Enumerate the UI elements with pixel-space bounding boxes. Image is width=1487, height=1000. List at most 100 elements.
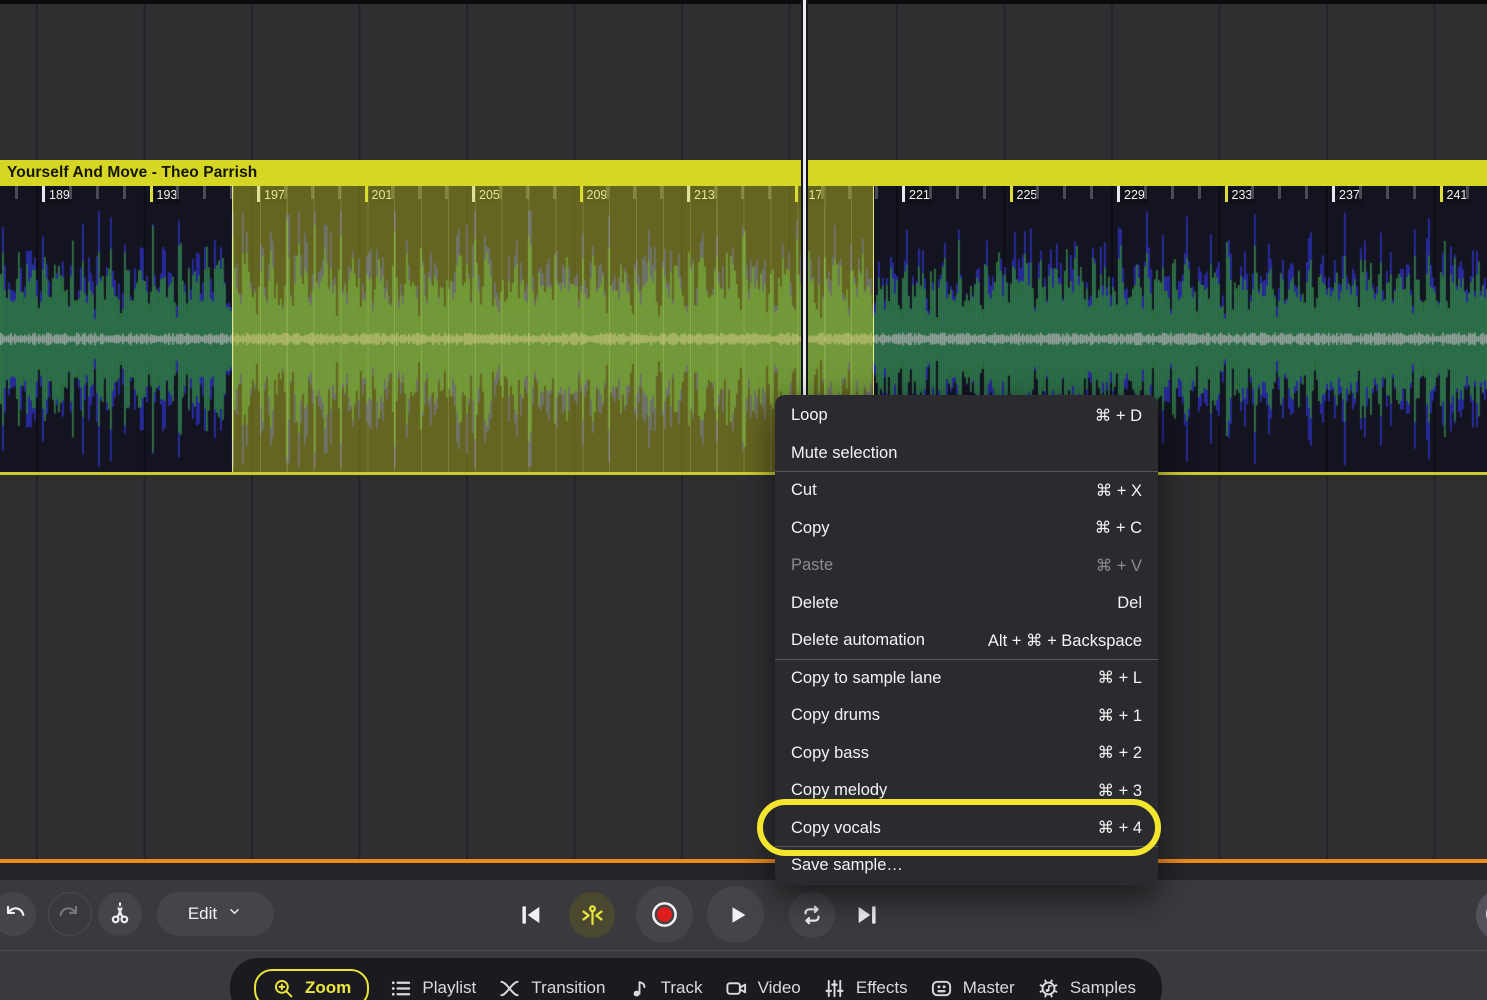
ruler-tick-major bbox=[42, 186, 45, 202]
ruler-tick-major bbox=[1225, 186, 1228, 202]
undo-button[interactable] bbox=[0, 892, 36, 936]
menu-item-copy-drums[interactable]: Copy drums⌘ + 1 bbox=[775, 697, 1158, 735]
menu-item-shortcut: ⌘ + 3 bbox=[1098, 781, 1142, 801]
tab-track[interactable]: Track bbox=[626, 970, 705, 1000]
tab-label: Zoom bbox=[305, 978, 351, 998]
menu-item-shortcut: Alt + ⌘ + Backspace bbox=[988, 631, 1142, 651]
record-icon bbox=[649, 899, 680, 930]
menu-item-label: Delete automation bbox=[791, 631, 925, 650]
main-track-title: Yourself And Move - Theo Parrish bbox=[7, 164, 257, 182]
tab-label: Track bbox=[661, 978, 703, 998]
menu-item-shortcut: ⌘ + C bbox=[1095, 518, 1142, 538]
repeat-button[interactable] bbox=[789, 892, 835, 938]
ruler-tick-minor bbox=[1144, 186, 1147, 199]
menu-item-copy-bass[interactable]: Copy bass ⌘ + 2 bbox=[775, 735, 1158, 773]
track-note-icon bbox=[628, 977, 651, 1000]
bottom-tab-bar: Zoom Playlist Transition Track Video Effects M… bbox=[230, 958, 1162, 1000]
menu-item-shortcut: ⌘ + 2 bbox=[1098, 743, 1142, 763]
tab-transition[interactable]: Transition bbox=[496, 970, 607, 1000]
tab-effects[interactable]: Effects bbox=[821, 970, 910, 1000]
playlist-icon bbox=[389, 977, 412, 1000]
menu-item-label: Copy vocals bbox=[791, 819, 881, 838]
ruler-tick-minor bbox=[1198, 186, 1201, 199]
menu-item-label: Copy melody bbox=[791, 781, 887, 800]
ruler-tick-minor bbox=[1413, 186, 1416, 199]
main-track-area[interactable]: 1891931972012052092132172212252292332372… bbox=[0, 186, 1487, 472]
ruler-tick-minor bbox=[1305, 186, 1308, 199]
tab-playlist[interactable]: Playlist bbox=[387, 970, 478, 1000]
ruler-tick-minor bbox=[203, 186, 206, 199]
menu-item-label: Loop bbox=[791, 406, 828, 425]
undo-icon bbox=[1, 901, 27, 927]
tab-master[interactable]: Master bbox=[928, 970, 1017, 1000]
tab-video[interactable]: Video bbox=[723, 970, 803, 1000]
timeline-splitter[interactable] bbox=[0, 859, 1487, 863]
menu-item-shortcut: Del bbox=[1117, 594, 1142, 613]
main-track-header[interactable]: Yourself And Move - Theo Parrish bbox=[0, 160, 1487, 186]
menu-item-copy-melody[interactable]: Copy melody ⌘ + 3 bbox=[775, 772, 1158, 810]
ruler-tick-minor bbox=[956, 186, 959, 199]
tab-label: Transition bbox=[531, 978, 605, 998]
zoom-magnifier-icon bbox=[272, 977, 295, 1000]
tab-label: Playlist bbox=[422, 978, 476, 998]
ruler-tick-major bbox=[150, 186, 153, 202]
menu-item-copy-vocals[interactable]: Copy vocals⌘ + 4 bbox=[775, 810, 1158, 848]
skip-to-end-icon bbox=[854, 901, 882, 929]
menu-item-shortcut: ⌘ + V bbox=[1096, 556, 1142, 576]
chevron-down-icon bbox=[226, 903, 243, 925]
ruler-tick-major bbox=[902, 186, 905, 202]
ruler-tick-minor bbox=[929, 186, 932, 199]
menu-item-save-sample[interactable]: Save sample… bbox=[775, 847, 1158, 885]
ruler-tick-minor bbox=[983, 186, 986, 199]
ruler-tick-major bbox=[1010, 186, 1013, 202]
menu-item-copy-to-sample-lane[interactable]: Copy to sample lane⌘ + L bbox=[775, 660, 1158, 698]
scissors-icon bbox=[107, 901, 133, 927]
ruler-tick-minor bbox=[1251, 186, 1254, 199]
playhead-marker-button[interactable] bbox=[569, 892, 615, 938]
play-button[interactable] bbox=[707, 886, 764, 943]
menu-item-loop[interactable]: Loop⌘ + D bbox=[775, 397, 1158, 435]
ruler-tick-minor bbox=[1036, 186, 1039, 199]
tab-zoom[interactable]: Zoom bbox=[254, 969, 369, 1000]
ruler-tick-minor bbox=[875, 186, 878, 199]
menu-item-label: Mute selection bbox=[791, 444, 897, 463]
main-track-bottom-border bbox=[0, 472, 1487, 475]
menu-item-cut[interactable]: Cut⌘ + X bbox=[775, 472, 1158, 510]
samples-gear-icon bbox=[1037, 977, 1060, 1000]
menu-item-label: Copy bass bbox=[791, 744, 869, 763]
menu-item-label: Copy drums bbox=[791, 706, 880, 725]
tab-samples[interactable]: Samples bbox=[1035, 970, 1138, 1000]
tab-label: Samples bbox=[1070, 978, 1136, 998]
menu-item-delete[interactable]: Delete Del bbox=[775, 585, 1158, 623]
ruler-tick-minor bbox=[15, 186, 18, 199]
ruler-tick-minor bbox=[1063, 186, 1066, 199]
partial-right-button[interactable]: 6 bbox=[1476, 888, 1487, 942]
ruler-tick-major bbox=[1332, 186, 1335, 202]
redo-icon bbox=[57, 901, 83, 927]
menu-item-mute-selection[interactable]: Mute selection bbox=[775, 435, 1158, 473]
edit-dropdown-button[interactable]: Edit bbox=[157, 892, 274, 936]
menu-item-label: Copy bbox=[791, 519, 830, 538]
skip-to-start-button[interactable] bbox=[512, 897, 548, 933]
effects-sliders-icon bbox=[823, 977, 846, 1000]
scissors-button[interactable] bbox=[98, 892, 142, 936]
ruler-tick-major bbox=[1440, 186, 1443, 202]
sub-strip bbox=[0, 863, 1487, 880]
menu-item-shortcut: ⌘ + L bbox=[1098, 668, 1142, 688]
bottom-toolbar: Edit 6 Zoom Playlist Transition Track Video E… bbox=[0, 880, 1487, 1000]
menu-item-delete-automation[interactable]: Delete automation Alt + ⌘ + Backspace bbox=[775, 622, 1158, 660]
ruler-tick-minor bbox=[1466, 186, 1469, 199]
menu-item-label: Delete bbox=[791, 594, 839, 613]
record-button[interactable] bbox=[636, 886, 693, 943]
edit-dropdown-label: Edit bbox=[188, 904, 217, 924]
chevron-down-icon bbox=[226, 903, 243, 920]
menu-item-paste[interactable]: Paste⌘ + V bbox=[775, 547, 1158, 585]
play-icon bbox=[721, 900, 751, 930]
playlist-grid-top[interactable] bbox=[0, 4, 1487, 160]
playlist-grid-bottom[interactable]: Heal Yourself And Move vocals 159131721 bbox=[0, 475, 1487, 859]
redo-button[interactable] bbox=[48, 892, 92, 936]
menu-item-copy[interactable]: Copy ⌘ + C bbox=[775, 510, 1158, 548]
tab-label: Video bbox=[758, 978, 801, 998]
context-menu: Loop⌘ + D Mute selection Cut⌘ + X Copy ⌘ + C… bbox=[775, 395, 1158, 885]
skip-to-end-button[interactable] bbox=[850, 897, 886, 933]
